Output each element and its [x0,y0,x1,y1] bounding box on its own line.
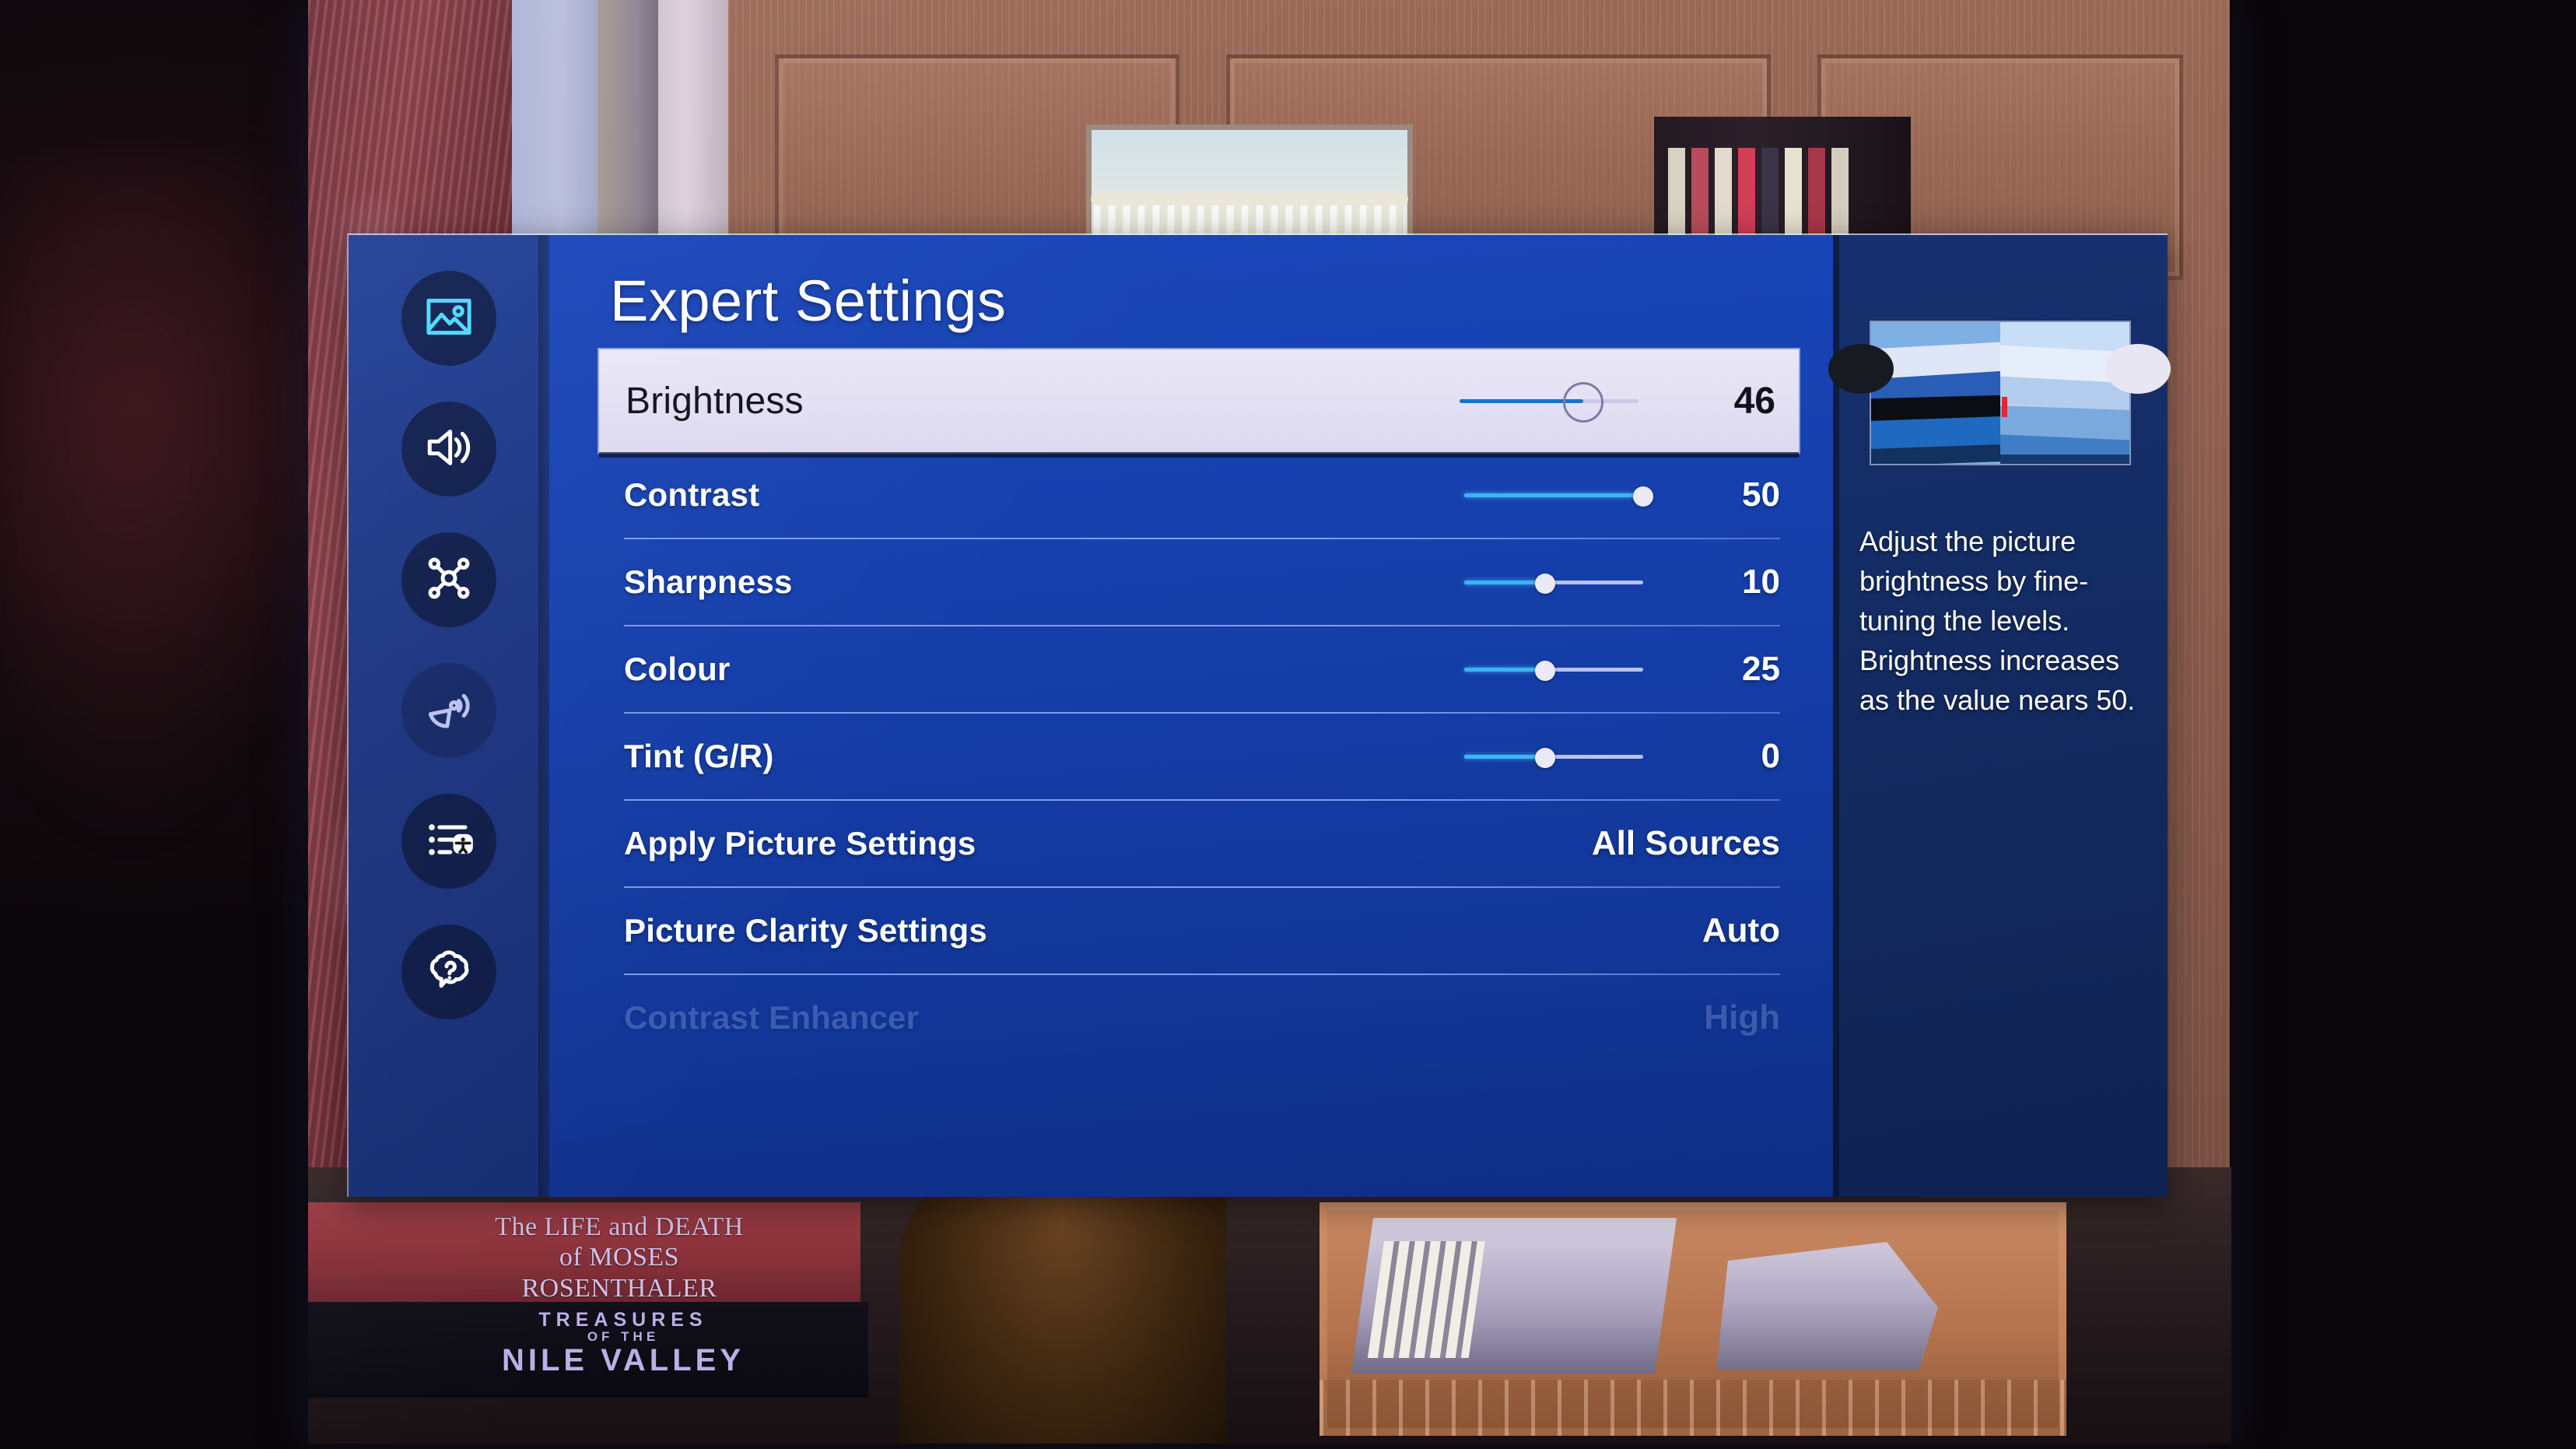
preview-sea-dark [2000,454,2129,464]
setting-value: 25 [1742,650,1780,688]
slider-fill [1464,493,1643,497]
slider-fill [1464,668,1545,672]
setting-label: Contrast Enhancer [624,999,920,1036]
settings-list: Brightness 46 Contrast 50 Sharpness 10 C… [573,349,1803,1061]
slider-thumb[interactable] [1562,382,1603,423]
sidebar-item-support[interactable] [401,924,496,1019]
slider-thumb[interactable] [1534,574,1555,594]
preview-lighthouse [2001,397,2007,418]
slider-thumb[interactable] [1534,661,1555,681]
help-bubble-icon [423,945,475,1000]
ambient-glow [0,156,327,856]
setting-label: Contrast [624,476,760,513]
setting-value: High [1704,998,1780,1037]
setting-row-colour[interactable]: Colour 25 [573,626,1803,712]
setting-label: Picture Clarity Settings [624,912,987,949]
setting-row-brightness[interactable]: Brightness 46 [599,349,1799,452]
connection-icon [423,553,475,608]
preview-bright-half [2000,322,2129,464]
preview-white-swatch [2105,344,2171,394]
sidebar-item-connection[interactable] [401,532,496,627]
bg-curtain-rod [1091,193,1408,205]
sound-icon [423,422,475,477]
slider-fill [1464,755,1545,759]
setting-label: Apply Picture Settings [624,825,976,861]
brightness-slider[interactable] [1460,382,1638,423]
setting-label: Colour [624,651,731,687]
setting-label: Brightness [626,380,804,422]
setting-value: 46 [1733,380,1775,422]
broadcast-icon [423,683,475,739]
bg-typewriter [1351,1218,1677,1374]
bg-chair [899,1167,1226,1444]
setting-row-sharpness[interactable]: Sharpness 10 [573,539,1803,625]
slider-fill [1464,581,1545,584]
setting-value: All Sources [1591,824,1780,862]
setting-value: 0 [1761,737,1780,775]
setting-row-contrast-enhancer[interactable]: Contrast Enhancer High [573,975,1803,1061]
setting-row-tint[interactable]: Tint (G/R) 0 [573,714,1803,799]
sidebar-item-sound[interactable] [401,402,496,496]
bg-typewriter-keys [1367,1241,1485,1358]
bg-book-title: The LIFE and DEATH of MOSES ROSENTHALER [495,1212,744,1303]
settings-main-column: Expert Settings Brightness 46 Contrast 5… [549,235,1833,1197]
accessibility-list-icon [423,814,475,869]
bg-book-nile-valley: TREASURES OF THE NILE VALLEY [308,1302,868,1395]
preview-dark-half [1871,322,2000,464]
page-title: Expert Settings [610,268,1007,333]
setting-value: Auto [1702,911,1780,949]
contrast-slider[interactable] [1464,479,1653,510]
setting-row-picture-clarity-settings[interactable]: Picture Clarity Settings Auto [573,888,1803,974]
setting-label: Sharpness [624,563,793,600]
sharpness-slider[interactable] [1464,567,1643,598]
expert-settings-menu: Expert Settings Brightness 46 Contrast 5… [347,233,2171,1197]
setting-value: 10 [1742,563,1780,601]
setting-row-contrast[interactable]: Contrast 50 [573,452,1803,538]
bg-book-title: TREASURES OF THE NILE VALLEY [501,1309,745,1378]
sidebar-item-general-privacy[interactable] [401,794,496,889]
slider-thumb[interactable] [1534,748,1555,768]
tv-screen: The LIFE and DEATH of MOSES ROSENTHALER … [308,0,2231,1444]
setting-label: Tint (G/R) [624,738,774,774]
settings-sidebar [349,235,549,1197]
sidebar-item-picture[interactable] [401,271,496,366]
preview-black-swatch [1828,344,1894,394]
settings-info-panel: Adjust the picture brightness by fine-tu… [1828,235,2171,1197]
tint-slider[interactable] [1464,741,1643,772]
bg-book-life-and-death: The LIFE and DEATH of MOSES ROSENTHALER [308,1202,860,1303]
setting-value: 50 [1742,475,1780,514]
brightness-preview-image [1871,322,2129,464]
setting-row-apply-picture-settings[interactable]: Apply Picture Settings All Sources [573,801,1803,886]
setting-description: Adjust the picture brightness by fine-tu… [1859,525,2136,717]
picture-icon [423,291,475,346]
colour-slider[interactable] [1464,654,1643,685]
sidebar-item-broadcasting[interactable] [401,663,496,758]
slider-thumb[interactable] [1633,486,1653,507]
